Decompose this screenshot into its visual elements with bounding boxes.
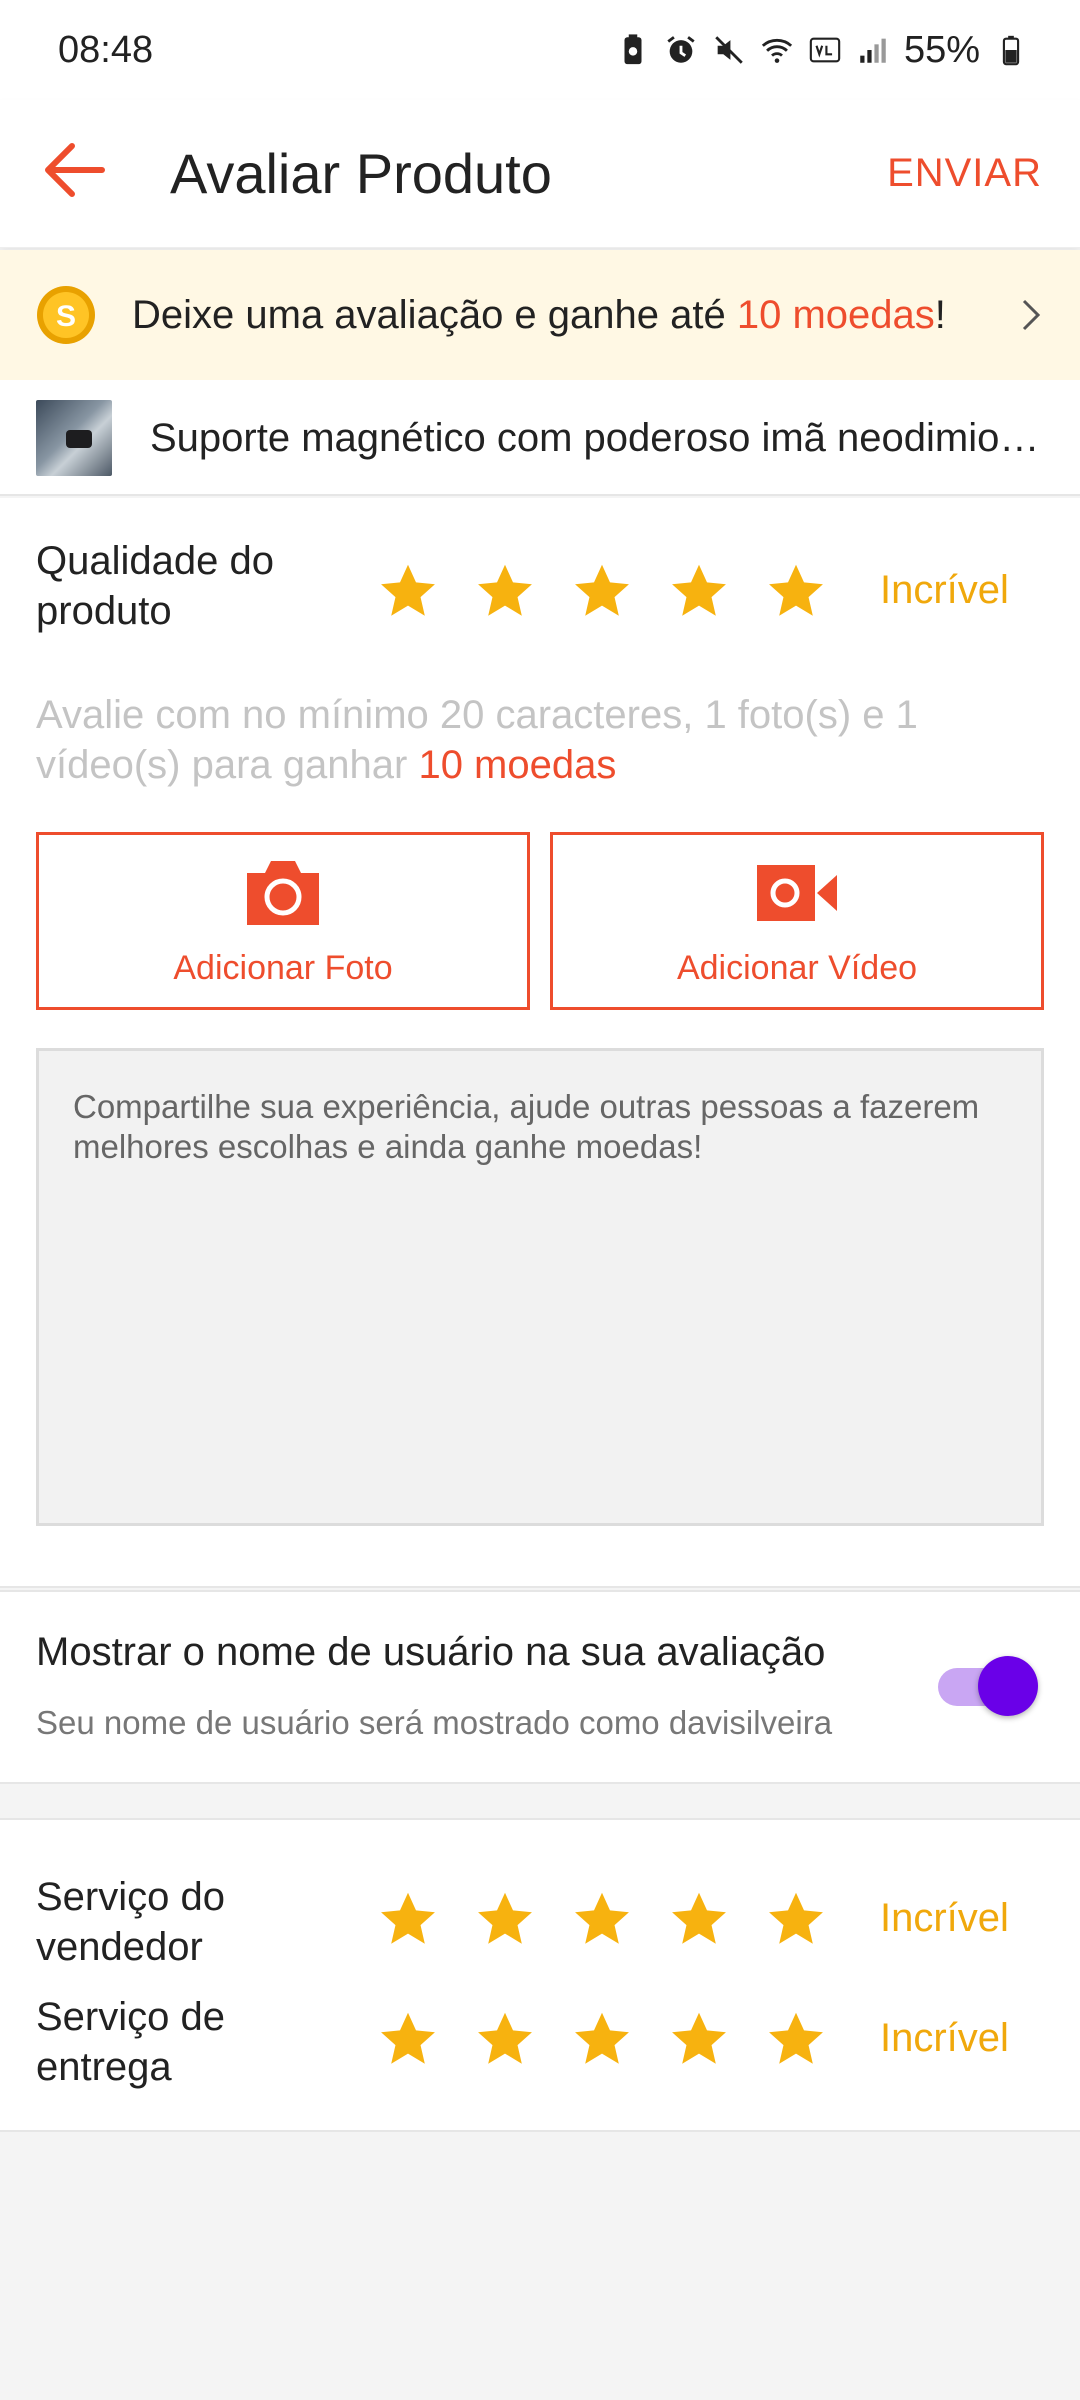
promo-highlight: 10 moedas: [736, 292, 935, 337]
service-ratings: Serviço do vendedor Incrível Serviço de …: [0, 1818, 1080, 2132]
add-photo-button[interactable]: Adicionar Foto: [36, 832, 530, 1010]
star-icon[interactable]: [570, 2008, 634, 2072]
video-camera-icon: [757, 865, 837, 921]
show-username-title: Mostrar o nome de usuário na sua avaliaç…: [36, 1630, 826, 1674]
product-thumbnail: [36, 400, 112, 476]
star-icon[interactable]: [570, 1888, 634, 1952]
battery-saver-icon: [624, 34, 642, 65]
show-username-toggle[interactable]: [936, 1652, 1038, 1716]
promo-text: Deixe uma avaliação e ganhe até 10 moeda…: [132, 292, 946, 337]
star-rating: [376, 2008, 828, 2072]
review-text-field[interactable]: [36, 1048, 1044, 1526]
delivery-service-rating: Serviço de entrega Incrível: [0, 1992, 1080, 2102]
alarm-icon: [667, 36, 695, 63]
status-icons: 55%: [616, 29, 1028, 72]
toggle-knob: [978, 1656, 1038, 1716]
status-time: 08:48: [58, 28, 154, 71]
star-rating: [376, 560, 828, 624]
coins-promo-banner[interactable]: S Deixe uma avaliação e ganhe até 10 moe…: [0, 250, 1080, 380]
wifi-icon: [761, 38, 793, 63]
show-username-section: Mostrar o nome de usuário na sua avaliaç…: [0, 1590, 1080, 1784]
product-quality-rating: Qualidade do produto Incrível: [0, 536, 1080, 646]
star-rating: [376, 1888, 828, 1952]
star-icon[interactable]: [667, 1888, 731, 1952]
svg-text:S: S: [56, 300, 76, 333]
star-icon[interactable]: [376, 560, 440, 624]
volte-icon: [809, 37, 841, 63]
rating-label: Serviço de entrega: [36, 1995, 225, 2089]
back-arrow-icon[interactable]: [38, 134, 110, 206]
show-username-subtitle: Seu nome de usuário será mostrado como d…: [36, 1704, 833, 1741]
seller-service-rating: Serviço do vendedor Incrível: [0, 1872, 1080, 1982]
rating-word: Incrível: [880, 568, 1009, 612]
status-bar: 08:48 55%: [0, 0, 1080, 100]
star-icon[interactable]: [376, 2008, 440, 2072]
rating-label: Serviço do vendedor: [36, 1875, 225, 1969]
rating-label: Qualidade do produto: [36, 539, 274, 633]
star-icon[interactable]: [667, 2008, 731, 2072]
star-icon[interactable]: [376, 1888, 440, 1952]
add-photo-label: Adicionar Foto: [173, 949, 393, 987]
app-header: Avaliar Produto ENVIAR: [0, 100, 1080, 248]
coin-icon: S: [37, 286, 95, 344]
page-title: Avaliar Produto: [170, 142, 552, 205]
star-icon[interactable]: [473, 1888, 537, 1952]
hint-highlight: 10 moedas: [418, 743, 617, 787]
rating-word: Incrível: [880, 1896, 1009, 1940]
battery-percent: 55%: [903, 28, 980, 71]
battery-icon: [1002, 35, 1020, 66]
review-card: Qualidade do produto Incrível Avalie com…: [0, 498, 1080, 1588]
camera-icon: [247, 861, 319, 925]
add-video-label: Adicionar Vídeo: [676, 949, 918, 987]
star-icon[interactable]: [764, 560, 828, 624]
star-icon[interactable]: [667, 560, 731, 624]
star-icon[interactable]: [764, 2008, 828, 2072]
signal-icon: [860, 38, 886, 63]
mute-icon: [715, 36, 743, 64]
star-icon[interactable]: [764, 1888, 828, 1952]
star-icon[interactable]: [473, 560, 537, 624]
star-icon[interactable]: [473, 2008, 537, 2072]
product-row: Suporte magnético com poderoso imã neodi…: [0, 380, 1080, 496]
chevron-right-icon: [1022, 299, 1041, 331]
submit-button[interactable]: ENVIAR: [887, 151, 1042, 196]
rating-word: Incrível: [880, 2016, 1009, 2060]
star-icon[interactable]: [570, 560, 634, 624]
product-name: Suporte magnético com poderoso imã neodi…: [150, 416, 1050, 460]
add-video-button[interactable]: Adicionar Vídeo: [550, 832, 1044, 1010]
reward-hint: Avalie com no mínimo 20 caracteres, 1 fo…: [36, 693, 918, 787]
